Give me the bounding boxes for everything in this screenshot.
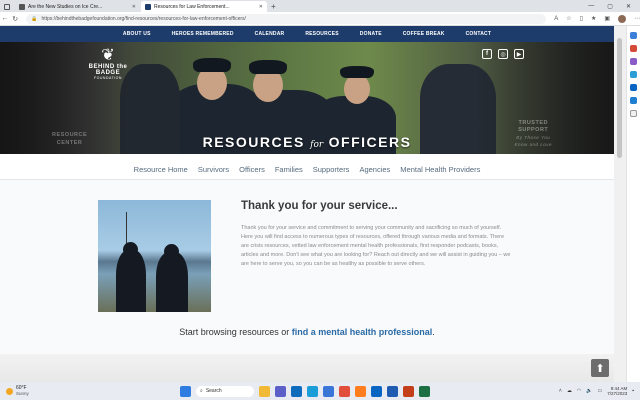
shopping-icon[interactable] [630,45,637,52]
favorite-icon[interactable]: ☆ [566,15,571,22]
taskbar-search[interactable]: ⌕ Search [196,385,254,397]
close-tab-icon[interactable]: ✕ [259,4,263,10]
instagram-icon[interactable]: ◎ [498,49,508,59]
add-sidebar-icon[interactable] [630,110,637,117]
outlook-sidebar-icon[interactable] [630,97,637,104]
maximize-icon[interactable]: ▢ [607,3,613,10]
start-icon[interactable] [180,385,191,397]
tab-title: Resources for Law Enforcement... [154,3,230,10]
web-page: ABOUT US HEROES REMEMBERED CALENDAR RESO… [0,26,614,382]
youtube-icon[interactable]: ▶ [514,49,524,59]
collections-icon[interactable]: ▣ [604,15,610,22]
chevron-up-icon[interactable]: ˄ [559,388,562,394]
mail-icon[interactable] [291,385,302,397]
hero-title: RESOURCES for OFFICERS [202,134,412,150]
subnav-survivors[interactable]: Survivors [198,165,229,174]
more-icon[interactable]: ⋯ [634,15,640,22]
browser-tab-1[interactable]: Are the New Studies on Ice Cre... ✕ [15,1,140,12]
bird-emblem-icon: ❦ [101,47,115,64]
page-scrollbar[interactable] [614,26,626,382]
url-text: https://behindthebadgefoundation.org/fin… [41,15,246,22]
site-main-nav: ABOUT US HEROES REMEMBERED CALENDAR RESO… [0,26,614,42]
nav-heroes-remembered[interactable]: HEROES REMEMBERED [172,31,234,37]
subnav-mental-health-providers[interactable]: Mental Health Providers [400,165,480,174]
taskbar-apps: ⌕ Search [180,385,430,397]
volume-icon[interactable]: 🔈 [586,388,592,394]
cloud-icon[interactable]: ☁ [567,388,572,394]
firefox-icon[interactable] [355,385,366,397]
notification-icon[interactable]: ▪ [632,388,634,394]
subnav-officers[interactable]: Officers [239,165,265,174]
lock-icon: 🔒 [31,15,38,22]
browse-cta: Start browsing resources or find a menta… [179,327,435,337]
office-icon[interactable] [630,84,637,91]
intro-paragraph: Thank you for your service and commitmen… [241,225,511,268]
nav-donate[interactable]: DONATE [360,31,382,37]
nav-contact[interactable]: CONTACT [466,31,491,37]
games-icon[interactable] [630,71,637,78]
search-icon: ⌕ [200,388,203,394]
windows-taskbar: 60°F Sunny ⌕ Search ˄ ☁ ◠ 🔈 ▭ 9:44 AM 7/… [0,382,640,400]
reload-icon[interactable]: ↻ [10,15,20,23]
nav-coffee-break[interactable]: COFFEE BREAK [403,31,445,37]
sun-icon [6,387,13,395]
site-favicon-icon [145,3,151,10]
store-icon[interactable] [323,385,334,397]
teams-icon[interactable] [275,385,286,397]
system-tray: ˄ ☁ ◠ 🔈 ▭ 9:44 AM 7/27/2023 ▪ [559,386,640,397]
file-explorer-icon[interactable] [259,385,270,397]
edge-icon[interactable] [307,385,318,397]
split-screen-icon[interactable]: ▯ [580,15,583,22]
address-bar[interactable]: 🔒 https://behindthebadgefoundation.org/f… [26,13,547,24]
battery-icon[interactable]: ▭ [597,388,602,394]
facebook-icon[interactable]: f [482,49,492,59]
clock[interactable]: 9:44 AM 7/27/2023 [607,386,627,397]
powerpoint-icon[interactable] [403,385,414,397]
word-icon[interactable] [387,385,398,397]
window-controls: — ▢ ✕ [588,0,640,12]
footer-band [0,354,614,382]
tab-title: Are the New Studies on Ice Cre... [28,3,103,10]
resource-sub-nav: Resource Home Survivors Officers Familie… [0,154,614,180]
tools-icon[interactable] [630,58,637,65]
outlook-icon[interactable] [371,385,382,397]
intro-heading: Thank you for your service... [241,200,398,212]
scrollbar-thumb[interactable] [617,38,622,158]
new-tab-button[interactable]: + [267,1,280,12]
excel-icon[interactable] [419,385,430,397]
nav-calendar[interactable]: CALENDAR [255,31,285,37]
back-icon[interactable]: ← [0,15,10,22]
browser-tab-actions-icon[interactable] [0,1,14,12]
nav-resources[interactable]: RESOURCES [305,31,338,37]
site-favicon-icon [19,3,25,10]
browser-tab-2[interactable]: Resources for Law Enforcement... ✕ [141,1,267,12]
subnav-families[interactable]: Families [275,165,303,174]
officers-photo [98,200,211,312]
edge-sidebar [626,26,640,382]
subnav-agencies[interactable]: Agencies [359,165,390,174]
weather-widget[interactable]: 60°F Sunny [0,386,150,396]
browser-tab-strip: Are the New Studies on Ice Cre... ✕ Reso… [0,0,640,12]
browser-toolbar: ← ↻ 🔒 https://behindthebadgefoundation.o… [0,12,640,26]
social-links: f ◎ ▶ [482,49,524,59]
minimize-icon[interactable]: — [588,3,594,9]
behind-the-badge-logo[interactable]: ❦ BEHIND the BADGE FOUNDATION [86,47,130,81]
subnav-resource-home[interactable]: Resource Home [134,165,188,174]
find-mental-health-professional-link[interactable]: find a mental health professional [292,327,433,337]
scroll-to-top-button[interactable]: ⬆ [591,359,609,377]
nav-about-us[interactable]: ABOUT US [123,31,151,37]
browser-actions: A ☆ ▯ ★ ▣ ⋯ [554,14,640,23]
close-tab-icon[interactable]: ✕ [132,4,136,10]
chrome-icon[interactable] [339,385,350,397]
search-sidebar-icon[interactable] [630,32,637,39]
read-aloud-icon[interactable]: A [554,16,558,22]
profile-avatar[interactable] [618,14,626,23]
subnav-supporters[interactable]: Supporters [313,165,350,174]
favorites-icon[interactable]: ★ [591,15,596,22]
close-window-icon[interactable]: ✕ [626,3,631,10]
wifi-icon[interactable]: ◠ [577,388,581,394]
